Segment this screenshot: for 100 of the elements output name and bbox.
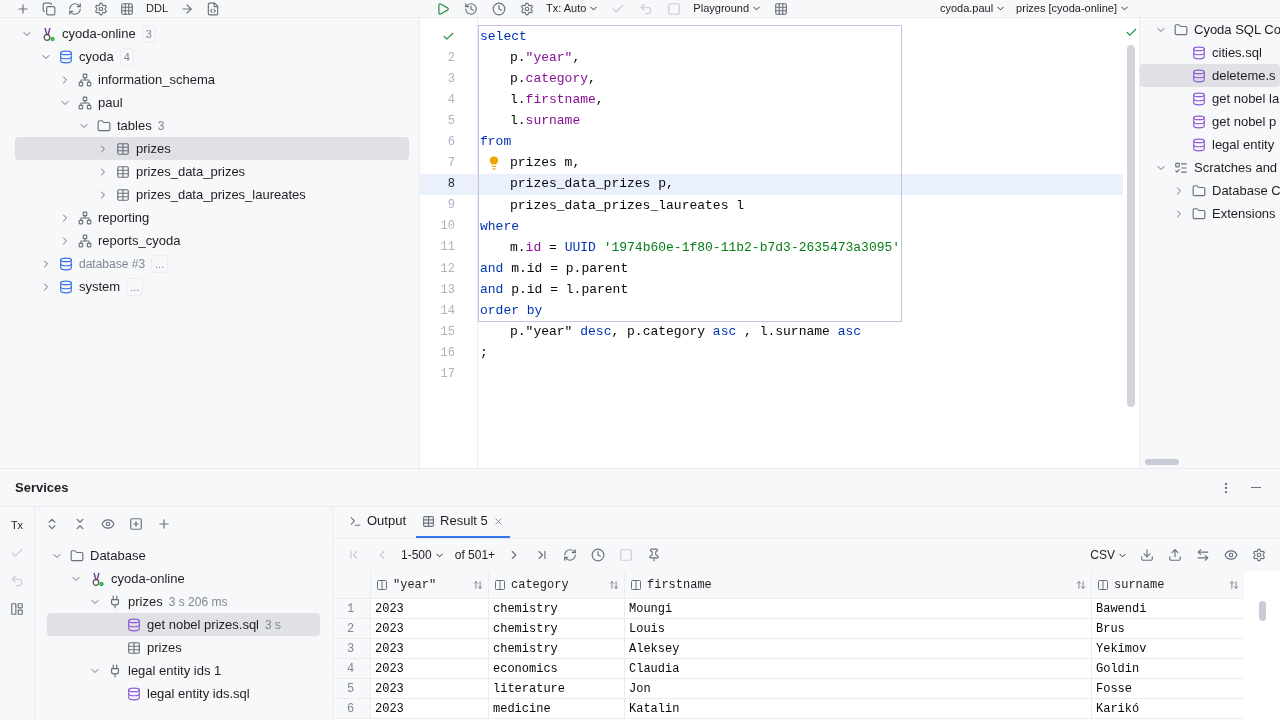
sort-icon[interactable] xyxy=(1076,579,1086,590)
copy-button[interactable] xyxy=(40,0,58,17)
transaction-button[interactable]: Tx xyxy=(10,517,24,534)
tree-item[interactable]: prizes_data_prizes xyxy=(15,160,409,183)
column-header[interactable]: surname xyxy=(1091,571,1244,598)
lightbulb-icon[interactable] xyxy=(487,156,501,171)
column-header[interactable]: "year" xyxy=(370,571,488,598)
column-header[interactable]: category xyxy=(488,571,624,598)
tree-item[interactable]: legal entity ids 1 xyxy=(47,659,320,682)
upload-button[interactable] xyxy=(1166,546,1184,564)
tree-label: legal entity xyxy=(1212,135,1275,154)
pin-icon xyxy=(647,548,662,562)
tree-item[interactable]: prizes 3 s 206 ms xyxy=(47,590,320,613)
table-icon xyxy=(422,514,436,528)
tree-item[interactable]: system ... xyxy=(15,275,409,298)
tree-label: prizes xyxy=(136,139,171,158)
line-number: 11 xyxy=(440,239,455,257)
code-line: l.firstname, xyxy=(510,91,604,110)
scrollbar[interactable] xyxy=(1258,601,1266,621)
playground-dropdown[interactable]: Playground xyxy=(693,0,762,17)
tree-item[interactable]: cities.sql xyxy=(1140,41,1280,64)
line-number: 5 xyxy=(447,112,455,130)
clock-button[interactable] xyxy=(490,0,508,17)
tree-item[interactable]: get nobel p xyxy=(1140,110,1280,133)
layout-icon xyxy=(10,601,24,616)
row-number: 2 xyxy=(333,619,370,638)
tree-label: Cyoda SQL Co xyxy=(1194,20,1280,39)
tree-item[interactable]: get nobel prizes.sql 3 s xyxy=(47,613,320,636)
schema-icon xyxy=(78,210,92,225)
table-cell: Katalin xyxy=(624,699,1091,718)
tree-item[interactable]: Scratches and xyxy=(1140,156,1280,179)
tree-item[interactable]: Extensions xyxy=(1140,202,1280,225)
session-dropdown[interactable]: prizes [cyoda-online] xyxy=(1016,0,1140,17)
line-number: 3 xyxy=(447,70,455,88)
tree-item[interactable]: Database C xyxy=(1140,179,1280,202)
transaction-mode-dropdown[interactable]: Tx: Auto xyxy=(546,0,600,17)
page-size-dropdown[interactable]: 1-500 xyxy=(401,546,445,564)
tree-item[interactable]: cyoda 4 xyxy=(15,45,409,68)
refresh-icon xyxy=(563,548,578,562)
scrollbar[interactable] xyxy=(1127,45,1135,407)
line-number: 15 xyxy=(440,323,455,341)
line-number: 7 xyxy=(447,155,455,173)
undo-icon xyxy=(10,573,24,588)
close-icon[interactable] xyxy=(492,515,504,527)
table-cell: 2023 xyxy=(370,659,488,678)
compare-icon xyxy=(1196,548,1210,562)
tree-item[interactable]: paul xyxy=(15,91,409,114)
table-cell: Jon xyxy=(624,679,1091,698)
table-view-button[interactable] xyxy=(118,0,136,17)
code-line: p."year", xyxy=(510,48,581,67)
column-header[interactable]: firstname xyxy=(624,571,1091,598)
result-tab[interactable]: Output xyxy=(343,506,413,538)
tree-item[interactable]: database #3 ... xyxy=(15,252,409,275)
tree-item[interactable]: get nobel la xyxy=(1140,87,1280,110)
tree-label: prizes_data_prizes_laureates xyxy=(136,185,306,204)
table-cell: 2023 xyxy=(370,679,488,698)
tree-item[interactable]: Database xyxy=(47,544,320,567)
tree-item[interactable]: legal entity xyxy=(1140,133,1280,156)
tree-item[interactable]: tables 3 xyxy=(15,114,409,137)
tree-item[interactable]: information_schema xyxy=(15,68,409,91)
sort-icon[interactable] xyxy=(473,579,483,590)
scrollbar[interactable] xyxy=(1145,459,1179,465)
tree-item[interactable]: prizes xyxy=(47,636,320,659)
table-icon xyxy=(116,164,130,179)
tree-item[interactable]: cyoda-online 3 xyxy=(15,22,409,45)
eye-icon xyxy=(1224,548,1238,562)
ddl-button[interactable]: DDL xyxy=(144,0,170,17)
tree-item[interactable]: cyoda-online xyxy=(47,567,320,590)
tree-item[interactable]: reporting xyxy=(15,206,409,229)
format-dropdown[interactable]: CSV xyxy=(1090,546,1128,564)
tree-item[interactable]: prizes_data_prizes_laureates xyxy=(15,183,409,206)
settings-button[interactable] xyxy=(1250,546,1268,564)
schema-dropdown[interactable]: cyoda.paul xyxy=(939,0,1007,17)
grid-button[interactable] xyxy=(772,0,790,17)
tree-label: get nobel la xyxy=(1212,89,1280,108)
upload-icon xyxy=(1168,548,1182,562)
row-number: 4 xyxy=(333,659,370,678)
settings-button[interactable] xyxy=(518,0,536,17)
download-button[interactable] xyxy=(1138,546,1156,564)
code-line: prizes_data_prizes p, xyxy=(510,175,674,194)
line-number: 2 xyxy=(447,49,455,67)
history-button[interactable] xyxy=(462,0,480,17)
table-icon xyxy=(116,187,130,202)
table-cell: Aleksey xyxy=(624,639,1091,658)
tree-item[interactable]: prizes xyxy=(15,137,409,160)
sort-icon[interactable] xyxy=(1229,579,1239,590)
table-cell: Fosse xyxy=(1091,679,1244,698)
tree-item[interactable]: deleteme.s xyxy=(1140,64,1280,87)
tree-item[interactable]: reports_cyoda xyxy=(15,229,409,252)
sort-icon[interactable] xyxy=(609,579,619,590)
code-line: from xyxy=(480,133,512,152)
database-icon xyxy=(59,256,73,271)
new-tab-icon xyxy=(129,516,143,531)
tree-item[interactable]: Cyoda SQL Co xyxy=(1140,18,1280,41)
refresh-button[interactable] xyxy=(66,0,84,17)
tree-label: cyoda xyxy=(79,47,114,66)
tree-item[interactable]: legal entity ids.sql xyxy=(47,682,320,705)
table-cell: 2023 xyxy=(370,619,488,638)
settings-button[interactable] xyxy=(92,0,110,17)
column-icon xyxy=(630,578,642,591)
